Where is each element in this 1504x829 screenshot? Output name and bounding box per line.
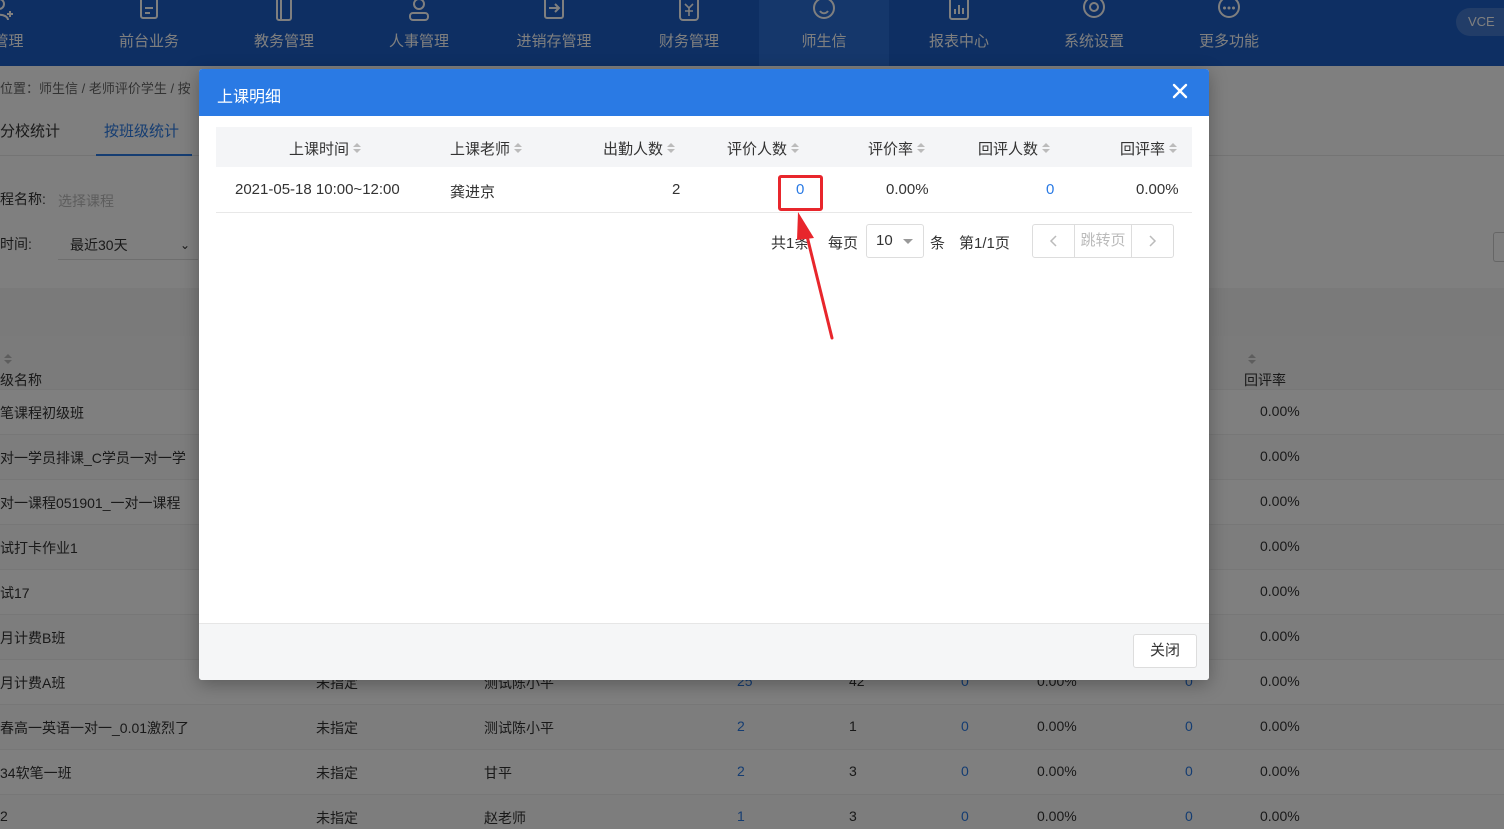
col-evaluated-count[interactable]: 评价人数 [727,138,800,159]
chevron-right-icon [1149,235,1157,247]
table-row: 2021-05-18 10:00~12:00 龚进京 2 0 0.00% 0 0… [216,167,1192,213]
cell-reply-rate: 0.00% [1136,181,1179,198]
cell-class-time: 2021-05-18 10:00~12:00 [235,181,400,198]
app-root: 生管理 前台业务 教务管理 人事管理 进销存管理 [0,0,1504,829]
jump-page-input[interactable]: 跳转页 [1074,225,1132,257]
close-icon[interactable] [1169,80,1191,102]
cell-teacher: 龚进京 [450,184,496,201]
per-page-select[interactable]: 10 [866,224,924,258]
col-teacher[interactable]: 上课老师 [450,138,523,159]
class-detail-modal: 上课明细 上课时间 上课老师 出勤人数 评价人数 评价率 回评人数 回评率 20… [199,69,1209,680]
per-page-unit: 条 [930,235,946,252]
per-page-label: 每页 [828,235,859,252]
col-reply-rate[interactable]: 回评率 [1120,138,1178,159]
annotation-highlight-box [778,175,823,211]
cell-replied-count-link[interactable]: 0 [1046,181,1054,198]
sort-icon[interactable] [917,142,926,155]
next-page-button[interactable] [1132,225,1173,257]
sort-icon[interactable] [667,142,676,155]
detail-table: 上课时间 上课老师 出勤人数 评价人数 评价率 回评人数 回评率 2021-05… [216,127,1192,213]
chevron-down-icon [903,239,913,244]
pagination-total: 共1条 [771,235,810,252]
sort-icon[interactable] [1042,142,1051,155]
cell-evaluation-rate: 0.00% [886,181,929,198]
detail-table-header: 上课时间 上课老师 出勤人数 评价人数 评价率 回评人数 回评率 [216,127,1192,167]
col-replied-count[interactable]: 回评人数 [978,138,1051,159]
col-evaluation-rate[interactable]: 评价率 [868,138,926,159]
modal-footer: 关闭 [199,623,1209,680]
pager-buttons: 跳转页 [1032,224,1174,258]
sort-icon[interactable] [791,142,800,155]
col-attendance[interactable]: 出勤人数 [603,138,676,159]
modal-header: 上课明细 [199,69,1209,116]
sort-icon[interactable] [1169,142,1178,155]
per-page-value: 10 [876,232,893,249]
prev-page-button[interactable] [1033,225,1074,257]
close-button[interactable]: 关闭 [1133,634,1197,668]
sort-icon[interactable] [514,142,523,155]
col-class-time[interactable]: 上课时间 [289,138,362,159]
modal-title: 上课明细 [217,89,282,106]
page-info: 第1/1页 [959,235,1010,252]
sort-icon[interactable] [353,142,362,155]
cell-attendance: 2 [672,181,681,198]
pagination: 共1条 每页 10 条 第1/1页 跳转页 [199,224,1209,258]
chevron-left-icon [1049,235,1057,247]
